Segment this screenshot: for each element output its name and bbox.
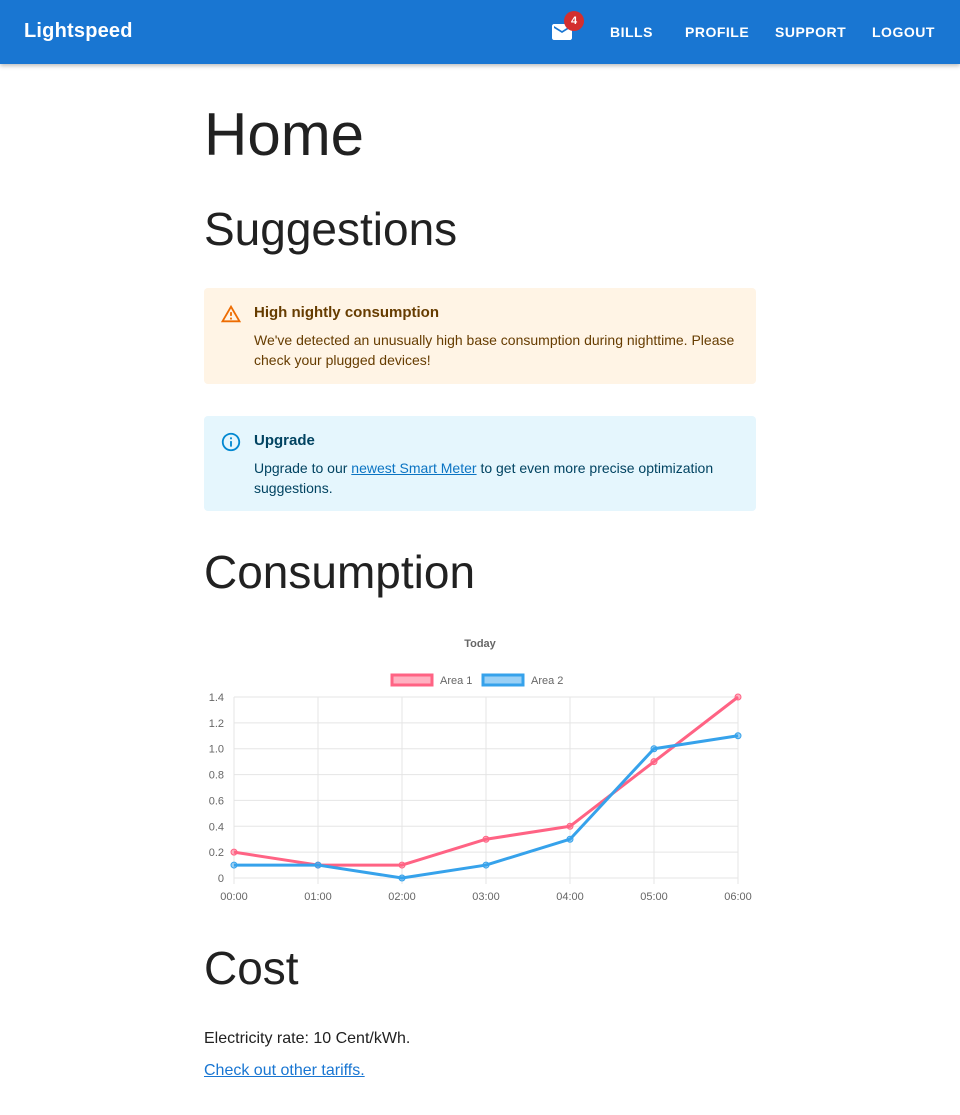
nav-support[interactable]: SUPPORT: [775, 0, 846, 64]
y-tick-label: 0.6: [209, 795, 224, 807]
x-tick-label: 06:00: [724, 891, 752, 903]
info-alert: Upgrade Upgrade to our newest Smart Mete…: [204, 416, 756, 511]
electricity-rate: Electricity rate: 10 Cent/kWh.: [204, 1030, 411, 1047]
data-point: [566, 822, 574, 830]
x-tick-label: 04:00: [556, 891, 584, 903]
legend-label: Area 2: [531, 675, 563, 687]
data-point: [734, 732, 742, 740]
data-point: [482, 835, 490, 843]
y-tick-label: 1.0: [209, 744, 224, 756]
chart-title: Today: [464, 638, 496, 650]
nav-logout[interactable]: LOGOUT: [872, 0, 935, 64]
legend-label: Area 1: [440, 675, 472, 687]
data-point: [566, 835, 574, 843]
suggestions-heading: Suggestions: [204, 203, 458, 255]
x-tick-label: 02:00: [388, 891, 416, 903]
info-body: Upgrade to our newest Smart Meter to get…: [254, 458, 740, 498]
info-body-start: Upgrade to our: [254, 460, 352, 476]
data-point: [734, 693, 742, 701]
y-tick-label: 1.2: [209, 718, 224, 730]
cost-heading: Cost: [204, 942, 299, 994]
info-icon: [220, 431, 242, 453]
app-bar: Lightspeed 4 BILLS PROFILE SUPPORT LOGOU…: [0, 0, 960, 64]
warning-icon: [220, 303, 242, 325]
x-tick-label: 00:00: [220, 891, 248, 903]
warning-alert: High nightly consumption We've detected …: [204, 288, 756, 384]
data-point: [314, 861, 322, 869]
y-tick-label: 0.4: [209, 821, 224, 833]
data-point: [482, 861, 490, 869]
data-point: [230, 861, 238, 869]
nav-profile[interactable]: PROFILE: [685, 0, 749, 64]
x-tick-label: 01:00: [304, 891, 332, 903]
notification-badge: 4: [564, 11, 584, 31]
y-tick-label: 1.4: [209, 692, 224, 704]
warning-title: High nightly consumption: [254, 304, 439, 321]
y-tick-label: 0.8: [209, 770, 224, 782]
tariffs-link[interactable]: Check out other tariffs.: [204, 1062, 365, 1080]
x-tick-label: 05:00: [640, 891, 668, 903]
x-tick-label: 03:00: [472, 891, 500, 903]
data-point: [230, 848, 238, 856]
smart-meter-link[interactable]: newest Smart Meter: [351, 460, 476, 476]
consumption-chart: Today Area 1 Area 2 0 0.2 0.4 0.6 0.8 1.0 1.2 1.4 0…: [209, 638, 752, 903]
page-title: Home: [204, 101, 365, 168]
consumption-heading: Consumption: [204, 546, 476, 598]
nav-bills[interactable]: BILLS: [610, 0, 653, 64]
data-point: [650, 758, 658, 766]
y-tick-label: 0: [218, 873, 224, 885]
data-point: [398, 874, 406, 882]
y-tick-label: 0.2: [209, 847, 224, 859]
data-point: [650, 745, 658, 753]
legend-swatch: [390, 673, 434, 687]
info-title: Upgrade: [254, 432, 315, 449]
brand-title[interactable]: Lightspeed: [24, 20, 133, 43]
legend-swatch: [481, 673, 525, 687]
data-point: [398, 861, 406, 869]
warning-body: We've detected an unusually high base co…: [254, 332, 735, 368]
